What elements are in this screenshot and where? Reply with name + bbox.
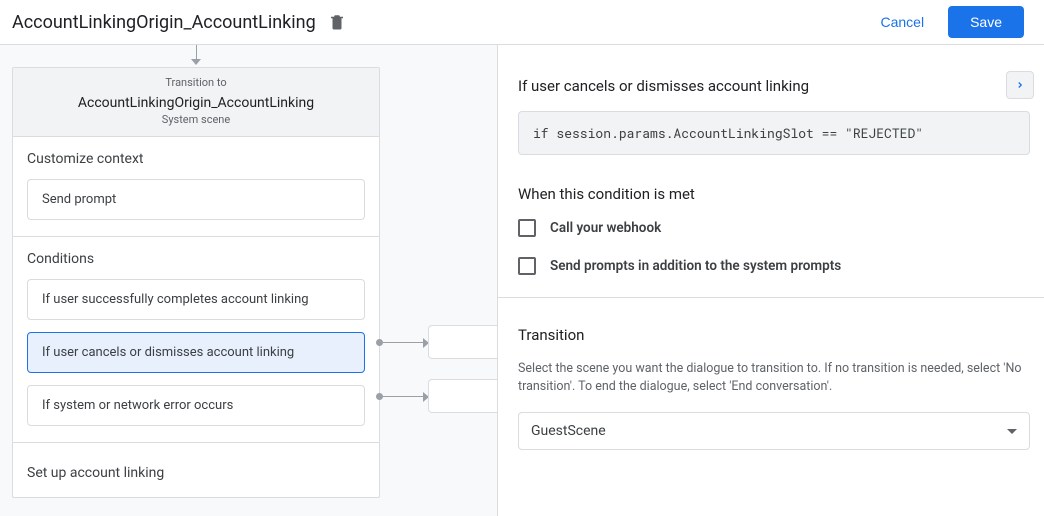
customize-section: Customize context Send prompt (13, 137, 379, 237)
left-column: Transition to AccountLinkingOrigin_Accou… (0, 45, 497, 516)
condition-item-complete[interactable]: If user successfully completes account l… (27, 279, 365, 320)
condition-item-cancel[interactable]: If user cancels or dismisses account lin… (27, 332, 365, 373)
trash-icon[interactable] (328, 13, 346, 31)
collapse-panel-button[interactable] (1006, 71, 1034, 99)
customize-title: Customize context (27, 151, 365, 167)
condition-expression[interactable]: if session.params.AccountLinkingSlot == … (518, 111, 1030, 155)
condition-item-error[interactable]: If system or network error occurs (27, 385, 365, 426)
transition-title: Transition (518, 326, 1030, 344)
transition-target-2 (428, 379, 498, 413)
prompts-label: Send prompts in addition to the system p… (550, 258, 841, 274)
scene-name: AccountLinkingOrigin_AccountLinking (23, 95, 369, 111)
detail-title: If user cancels or dismisses account lin… (518, 77, 809, 95)
prompts-checkbox[interactable] (518, 257, 536, 275)
detail-panel: If user cancels or dismisses account lin… (498, 71, 1044, 450)
setup-section: Set up account linking (13, 443, 379, 497)
page-title: AccountLinkingOrigin_AccountLinking (12, 12, 316, 33)
scene-subtitle: System scene (23, 113, 369, 126)
scene-card: Transition to AccountLinkingOrigin_Accou… (12, 67, 380, 498)
check-row-webhook: Call your webhook (518, 219, 1030, 237)
section-divider (498, 297, 1044, 298)
right-column: If user cancels or dismisses account lin… (497, 45, 1044, 516)
cancel-button[interactable]: Cancel (864, 6, 940, 38)
transition-description: Select the scene you want the dialogue t… (518, 360, 1030, 396)
conditions-title: Conditions (27, 251, 365, 267)
transition-to-label: Transition to (23, 76, 369, 89)
transition-target-1 (428, 325, 498, 359)
connector-2 (380, 396, 428, 397)
header-bar: AccountLinkingOrigin_AccountLinking Canc… (0, 0, 1044, 45)
when-condition-title: When this condition is met (518, 185, 1030, 203)
main-area: Transition to AccountLinkingOrigin_Accou… (0, 45, 1044, 516)
dropdown-caret-icon (1007, 429, 1017, 434)
webhook-label: Call your webhook (550, 220, 661, 236)
transition-select[interactable]: GuestScene (518, 412, 1030, 450)
save-button[interactable]: Save (948, 6, 1024, 38)
connector-1 (380, 342, 428, 343)
send-prompt-chip[interactable]: Send prompt (27, 179, 365, 220)
scene-header: Transition to AccountLinkingOrigin_Accou… (13, 68, 379, 137)
webhook-checkbox[interactable] (518, 219, 536, 237)
setup-account-linking[interactable]: Set up account linking (27, 457, 365, 481)
conditions-section: Conditions If user successfully complete… (13, 237, 379, 443)
transition-select-value: GuestScene (531, 423, 606, 439)
check-row-prompts: Send prompts in addition to the system p… (518, 257, 1030, 275)
incoming-transition-arrow (190, 45, 202, 67)
